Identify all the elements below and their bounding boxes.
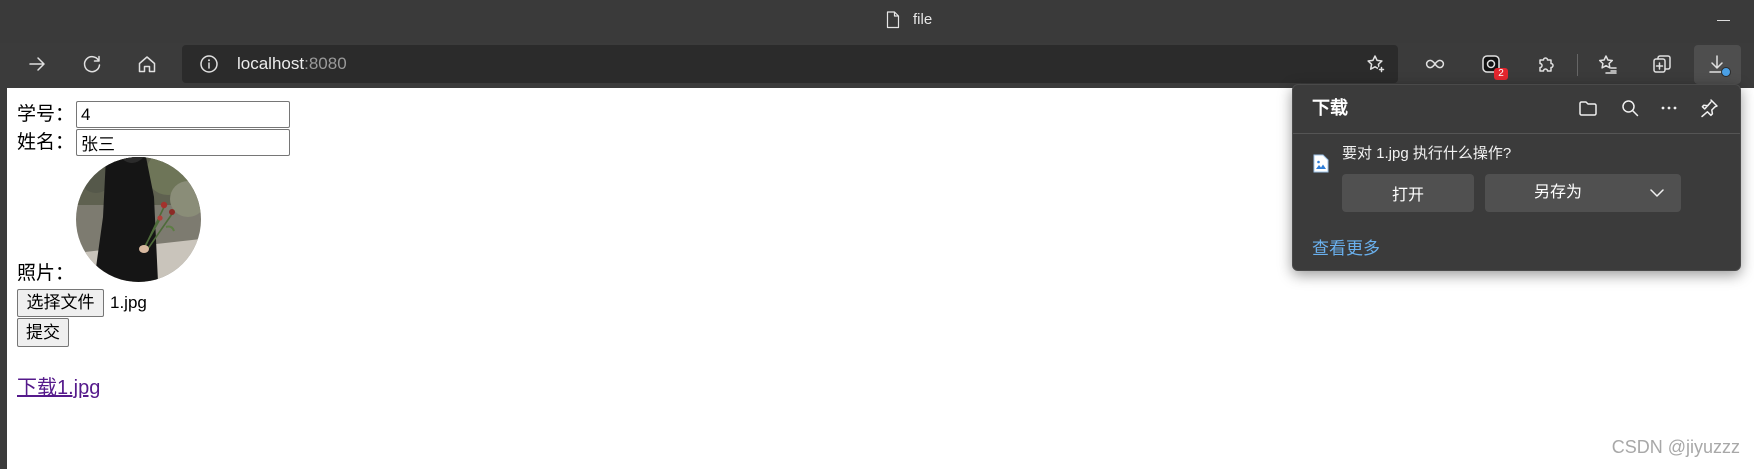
home-button[interactable] (129, 46, 165, 82)
window-title: file (913, 11, 933, 28)
favorites-icon (1598, 55, 1617, 74)
chevron-down-icon (1650, 189, 1664, 197)
save-as-button[interactable]: 另存为 (1485, 174, 1681, 212)
image-file-icon (1313, 154, 1329, 173)
home-icon (138, 56, 156, 73)
refresh-icon (83, 55, 101, 73)
search-downloads-button[interactable] (1615, 93, 1645, 123)
minimize-button[interactable] (1700, 0, 1747, 43)
student-id-input[interactable] (76, 101, 290, 128)
address-host: localhost (237, 54, 305, 73)
panel-divider (1293, 133, 1740, 134)
name-label: 姓名： (17, 132, 75, 153)
downloads-button[interactable] (1694, 45, 1741, 84)
submit-button[interactable]: 提交 (17, 318, 69, 347)
see-more-link[interactable]: 查看更多 (1312, 239, 1380, 259)
favorites-button[interactable] (1590, 46, 1626, 82)
forward-button[interactable] (19, 46, 55, 82)
open-downloads-folder-button[interactable] (1573, 93, 1603, 123)
pin-icon (1701, 99, 1718, 118)
star-plus-icon (1367, 55, 1386, 74)
browser-toolbar: localhost:8080 2 (0, 43, 1754, 88)
choose-file-button[interactable]: 选择文件 (17, 289, 104, 317)
site-info-button[interactable] (190, 49, 220, 79)
watermark: CSDN @jiyuzzz (1611, 437, 1740, 457)
extension-button[interactable]: 2 (1473, 46, 1509, 82)
add-favorite-button[interactable] (1358, 46, 1394, 82)
info-icon (200, 55, 218, 73)
downloads-panel: 下载 要对 1.jpg 执行什么操作? 打开 另存为 查看更多 (1292, 84, 1741, 271)
address-bar[interactable]: localhost:8080 (182, 45, 1398, 83)
address-port: :8080 (304, 54, 347, 73)
address-text[interactable]: localhost:8080 (237, 45, 347, 83)
download-link[interactable]: 下载1.jpg (17, 376, 100, 400)
student-id-label: 学号： (17, 104, 75, 125)
downloads-panel-title: 下载 (1312, 98, 1348, 118)
file-icon (886, 11, 900, 29)
infinity-extension-button[interactable] (1417, 46, 1453, 82)
photo-label: 照片： (17, 263, 75, 284)
save-as-label: 另存为 (1533, 184, 1582, 201)
more-options-button[interactable] (1654, 93, 1684, 123)
collections-button[interactable] (1644, 46, 1680, 82)
puzzle-icon (1539, 57, 1554, 72)
search-icon (1622, 100, 1639, 117)
extension-badge: 2 (1494, 68, 1508, 80)
chosen-file-name: 1.jpg (110, 293, 147, 312)
title-bar: file (0, 0, 1754, 43)
open-file-button[interactable]: 打开 (1342, 174, 1474, 212)
collections-icon (1653, 55, 1671, 73)
folder-icon (1579, 101, 1597, 116)
name-input[interactable] (76, 129, 290, 156)
download-prompt: 要对 1.jpg 执行什么操作? (1342, 145, 1512, 162)
minimize-icon (1717, 20, 1730, 21)
pin-panel-button[interactable] (1694, 93, 1724, 123)
refresh-button[interactable] (74, 46, 110, 82)
toolbar-separator (1577, 54, 1578, 76)
forward-icon (29, 57, 45, 71)
infinity-icon (1425, 59, 1445, 69)
photo-preview (76, 157, 201, 282)
extensions-button[interactable] (1528, 46, 1564, 82)
more-icon (1661, 106, 1677, 110)
download-status-badge (1721, 67, 1731, 77)
